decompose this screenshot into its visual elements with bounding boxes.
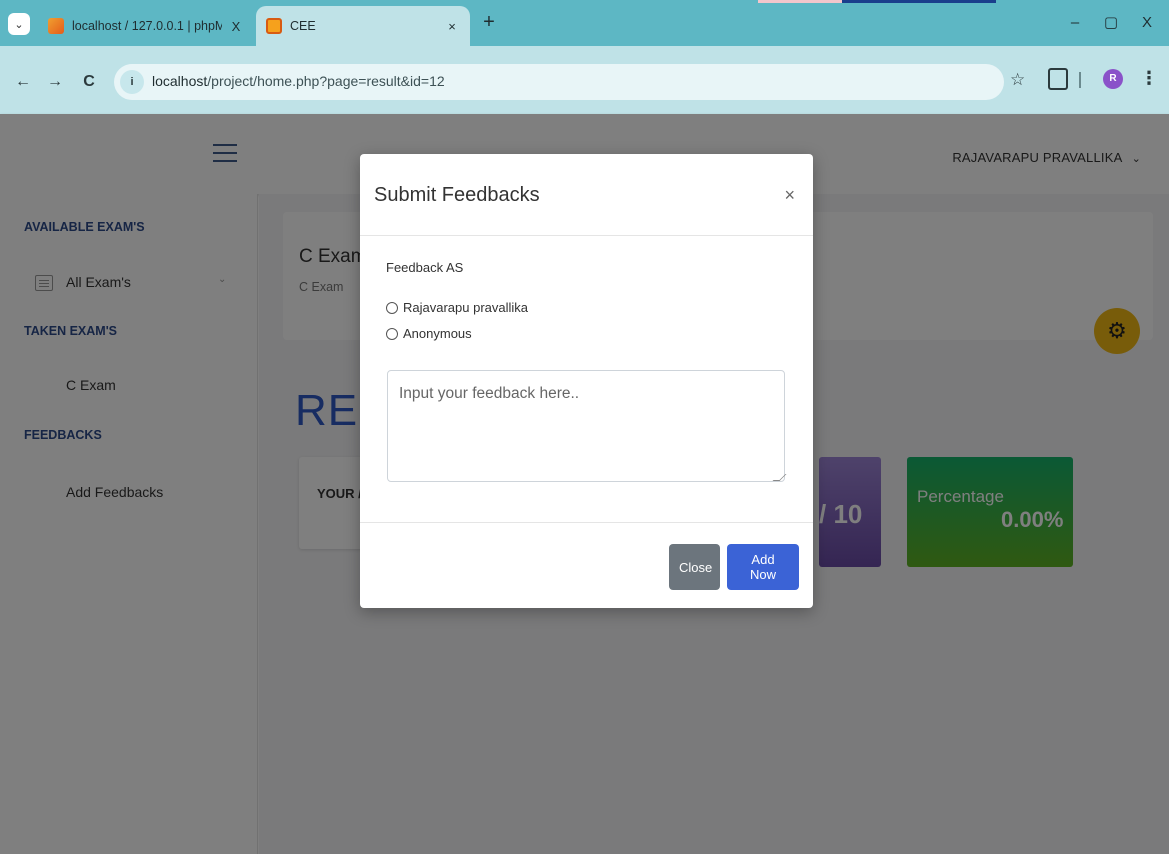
address-bar[interactable]: i localhost/project/home.php?page=result…	[114, 64, 1004, 100]
radio-circle-icon[interactable]	[386, 301, 398, 314]
more-menu-icon[interactable]: ⋮	[1139, 68, 1159, 89]
modal-header: Submit Feedbacks ×	[360, 154, 813, 236]
radio-anonymous-option[interactable]: Anonymous	[386, 326, 472, 341]
phpmyadmin-favicon-icon	[48, 18, 64, 34]
radio-name-option[interactable]: Rajavarapu pravallika	[386, 300, 528, 315]
toolbar-divider	[1079, 72, 1081, 88]
url-path: /project/home.php?page=result&id=12	[207, 73, 445, 89]
minimize-icon[interactable]: –	[1062, 10, 1088, 36]
tab-phpmyadmin[interactable]: localhost / 127.0.0.1 | phpMyAdmin X	[38, 6, 254, 46]
forward-arrow-icon[interactable]: →	[44, 71, 66, 93]
tab-close-icon[interactable]: ×	[444, 19, 460, 34]
new-tab-button[interactable]: +	[478, 12, 500, 34]
browser-tab-bar: ⌄ localhost / 127.0.0.1 | phpMyAdmin X C…	[0, 0, 1169, 46]
restore-icon[interactable]: ▢	[1098, 10, 1124, 36]
feedback-textarea[interactable]	[387, 370, 785, 482]
browser-toolbar: ← → C i localhost/project/home.php?page=…	[0, 46, 1169, 114]
close-icon[interactable]: ×	[784, 185, 795, 206]
reload-icon[interactable]: C	[78, 71, 100, 93]
window-close-icon[interactable]: X	[1134, 10, 1160, 36]
bookmark-star-icon[interactable]: ☆	[1010, 70, 1025, 90]
extensions-puzzle-icon[interactable]	[1048, 68, 1068, 90]
top-edge-decoration	[842, 0, 996, 3]
tab-title: CEE	[290, 19, 316, 33]
feedback-modal: Submit Feedbacks × Feedback AS Rajavarap…	[360, 154, 813, 608]
tab-cee[interactable]: CEE ×	[256, 6, 470, 46]
add-now-button[interactable]: Add Now	[727, 544, 799, 590]
radio-label: Rajavarapu pravallika	[403, 300, 529, 315]
tab-title: localhost / 127.0.0.1 | phpMyAdmin	[72, 19, 222, 33]
tab-close-icon[interactable]: X	[228, 19, 244, 34]
close-button[interactable]: Close	[669, 544, 720, 590]
tab-search-chevron-icon[interactable]: ⌄	[8, 13, 30, 35]
feedback-as-label: Feedback AS	[386, 260, 464, 275]
url-text[interactable]: localhost/project/home.php?page=result&i…	[152, 73, 445, 89]
back-arrow-icon[interactable]: ←	[12, 71, 34, 93]
radio-label: Anonymous	[403, 326, 472, 341]
radio-circle-icon[interactable]	[386, 327, 398, 340]
cee-favicon-icon	[266, 18, 282, 34]
url-host: localhost	[152, 73, 208, 89]
profile-avatar[interactable]: R	[1103, 69, 1123, 89]
site-info-icon[interactable]: i	[120, 70, 144, 94]
modal-title: Submit Feedbacks	[374, 184, 540, 206]
top-edge-decoration	[758, 0, 842, 3]
